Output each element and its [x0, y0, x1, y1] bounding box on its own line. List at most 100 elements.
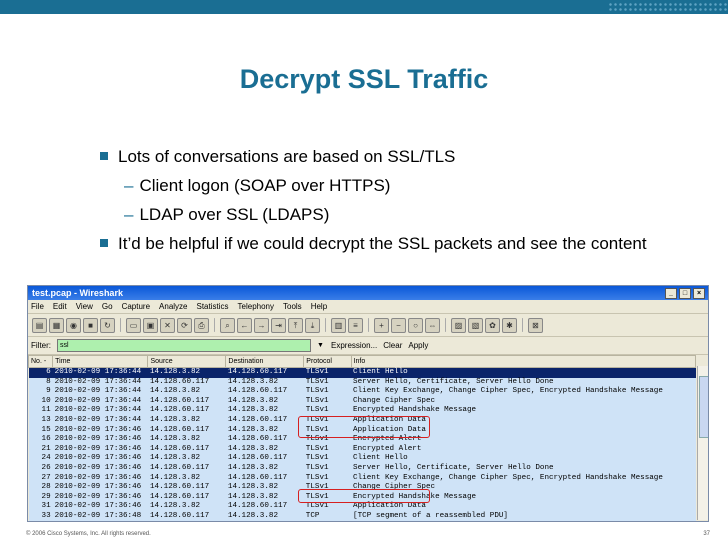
table-row[interactable]: 10 2010-02-09 17:36:44 14.128.60.117 14.128… [28, 396, 696, 407]
table-row[interactable]: 24 2010-02-09 17:36:46 14.128.3.82 14.128.6… [28, 454, 696, 464]
menu-item-tools[interactable]: Tools [283, 302, 302, 311]
menu-bar: File Edit View Go Capture Analyze Statistics Te… [28, 300, 708, 314]
table-cell: 14.128.3.82 [225, 463, 304, 474]
toolbar-separator [214, 318, 215, 332]
zoom-normal-icon[interactable]: ○ [408, 317, 423, 333]
menu-item-statistics[interactable]: Statistics [197, 302, 229, 311]
table-row[interactable]: 6 2010-02-09 17:36:44 14.128.3.82 14.128.60… [28, 367, 696, 378]
resize-columns-icon[interactable]: ⇔ [425, 317, 440, 333]
bullet-ssl-tls: Lots of conversations are based on SSL/T… [100, 146, 660, 167]
menu-item-view[interactable]: View [76, 302, 93, 311]
highlight-application-data-2 [298, 489, 430, 503]
table-row[interactable]: 21 2010-02-09 17:36:46 14.128.60.117 14.128… [28, 444, 696, 455]
zoom-in-icon[interactable]: + [374, 317, 389, 333]
menu-item-capture[interactable]: Capture [122, 302, 150, 311]
colorize-icon[interactable]: ▥ [331, 317, 346, 333]
packet-list-header: No. - Time Source Destination Protocol Info [28, 355, 697, 368]
first-packet-icon[interactable]: ⤒ [288, 317, 303, 333]
close-icon[interactable]: × [693, 288, 705, 299]
column-header[interactable]: Protocol [303, 355, 352, 368]
menu-item-go[interactable]: Go [102, 302, 113, 311]
table-cell: Encrypted Alert [351, 444, 696, 455]
table-row[interactable]: 33 2010-02-09 17:36:48 14.128.60.117 14.128… [28, 511, 696, 521]
table-row[interactable]: 8 2010-02-09 17:36:44 14.128.60.117 14.128.… [28, 377, 696, 388]
table-cell: 14.128.60.117 [225, 415, 304, 426]
start-capture-icon[interactable]: ◉ [66, 317, 81, 333]
table-cell: 9 [28, 387, 53, 397]
expression-button[interactable]: Expression... [331, 341, 377, 350]
page-number: 37 [703, 531, 710, 537]
menu-item-analyze[interactable]: Analyze [159, 302, 187, 311]
forward-icon[interactable]: → [254, 317, 269, 333]
interfaces-icon[interactable]: ▤ [32, 317, 47, 333]
open-file-icon[interactable]: ▭ [126, 317, 141, 333]
table-row[interactable]: 31 2010-02-09 17:36:46 14.128.3.82 14.128.6… [28, 502, 696, 512]
column-header[interactable]: Time [52, 355, 149, 368]
table-cell: Encrypted Handshake Message [351, 406, 696, 416]
minimize-icon[interactable]: _ [665, 288, 677, 299]
table-cell: 14.128.3.82 [147, 415, 226, 426]
table-cell: 14.128.3.82 [225, 483, 304, 493]
table-row[interactable]: 11 2010-02-09 17:36:44 14.128.60.117 14.128… [28, 406, 696, 416]
apply-button[interactable]: Apply [408, 341, 428, 350]
table-cell: 15 [28, 425, 53, 436]
table-cell: 14.128.60.117 [148, 522, 226, 523]
table-cell: 26 [28, 463, 53, 474]
autoscroll-icon[interactable]: ≡ [348, 317, 363, 333]
menu-item-help[interactable]: Help [311, 302, 327, 311]
table-cell: TLSv1 [303, 377, 352, 388]
column-header[interactable]: Destination [225, 355, 305, 368]
toolbar-separator [325, 318, 326, 332]
scrollbar-thumb[interactable] [699, 376, 708, 438]
table-cell: 14.128.3.82 [225, 396, 304, 407]
table-cell: 14.128.60.117 [147, 444, 226, 455]
table-cell: Client Key Exchange, Change Cipher Spec,… [351, 473, 696, 484]
maximize-icon[interactable]: □ [679, 288, 691, 299]
coloring-rules-icon[interactable]: ✿ [485, 317, 500, 333]
table-row[interactable]: 27 2010-02-09 17:36:46 14.128.3.82 14.128.6… [28, 473, 696, 484]
stop-capture-icon[interactable]: ■ [83, 317, 98, 333]
goto-icon[interactable]: ⇥ [271, 317, 286, 333]
preferences-icon[interactable]: ✱ [502, 317, 517, 333]
table-cell: 34 [29, 522, 53, 523]
column-header[interactable]: No. - [28, 355, 54, 368]
table-row[interactable]: 26 2010-02-09 17:36:46 14.128.60.117 14.128… [28, 463, 696, 474]
table-cell: 14.128.3.82 [147, 367, 226, 378]
menu-item-edit[interactable]: Edit [53, 302, 67, 311]
sub-bullet-text: Client logon (SOAP over HTTPS) [139, 176, 391, 195]
filter-input[interactable]: ssl [57, 339, 311, 352]
toolbar-separator [445, 318, 446, 332]
back-icon[interactable]: ← [237, 317, 252, 333]
filter-dropdown-icon[interactable]: ▼ [317, 342, 325, 350]
zoom-out-icon[interactable]: − [391, 317, 406, 333]
restart-capture-icon[interactable]: ↻ [100, 317, 115, 333]
table-cell: 14.128.60.117 [147, 483, 226, 493]
help-icon[interactable]: ⊠ [528, 317, 543, 333]
menu-item-telephony[interactable]: Telephony [238, 302, 274, 311]
table-cell: Application Data [351, 502, 696, 512]
print-icon[interactable]: ⎙ [194, 317, 209, 333]
reload-icon[interactable]: ⟳ [177, 317, 192, 333]
table-cell: 14.128.60.117 [225, 367, 304, 378]
table-cell: TLSv1 [303, 454, 352, 464]
last-packet-icon[interactable]: ⤓ [305, 317, 320, 333]
table-row[interactable]: 342010-02-09 17:36:4814.128.60.11714.128… [29, 522, 696, 523]
table-cell: 2010-02-09 17:36:46 [52, 492, 148, 503]
close-file-icon[interactable]: ✕ [160, 317, 175, 333]
capture-filters-icon[interactable]: ▨ [451, 317, 466, 333]
vertical-scrollbar[interactable] [697, 366, 708, 520]
column-header[interactable]: Source [147, 355, 227, 368]
table-cell: 14.128.3.82 [225, 444, 304, 455]
menu-item-file[interactable]: File [31, 302, 44, 311]
table-row[interactable]: 9 2010-02-09 17:36:44 14.128.3.82 14.128.60… [28, 387, 696, 397]
table-cell: 11 [28, 406, 53, 416]
find-icon[interactable]: ⌕ [220, 317, 235, 333]
clear-button[interactable]: Clear [383, 341, 402, 350]
table-cell: 14.128.3.82 [225, 425, 304, 436]
display-filters-icon[interactable]: ▧ [468, 317, 483, 333]
column-header[interactable]: Info [350, 355, 697, 368]
table-cell: 33 [28, 511, 53, 521]
table-cell: 28 [28, 483, 53, 493]
save-icon[interactable]: ▣ [143, 317, 158, 333]
options-icon[interactable]: ▦ [49, 317, 64, 333]
